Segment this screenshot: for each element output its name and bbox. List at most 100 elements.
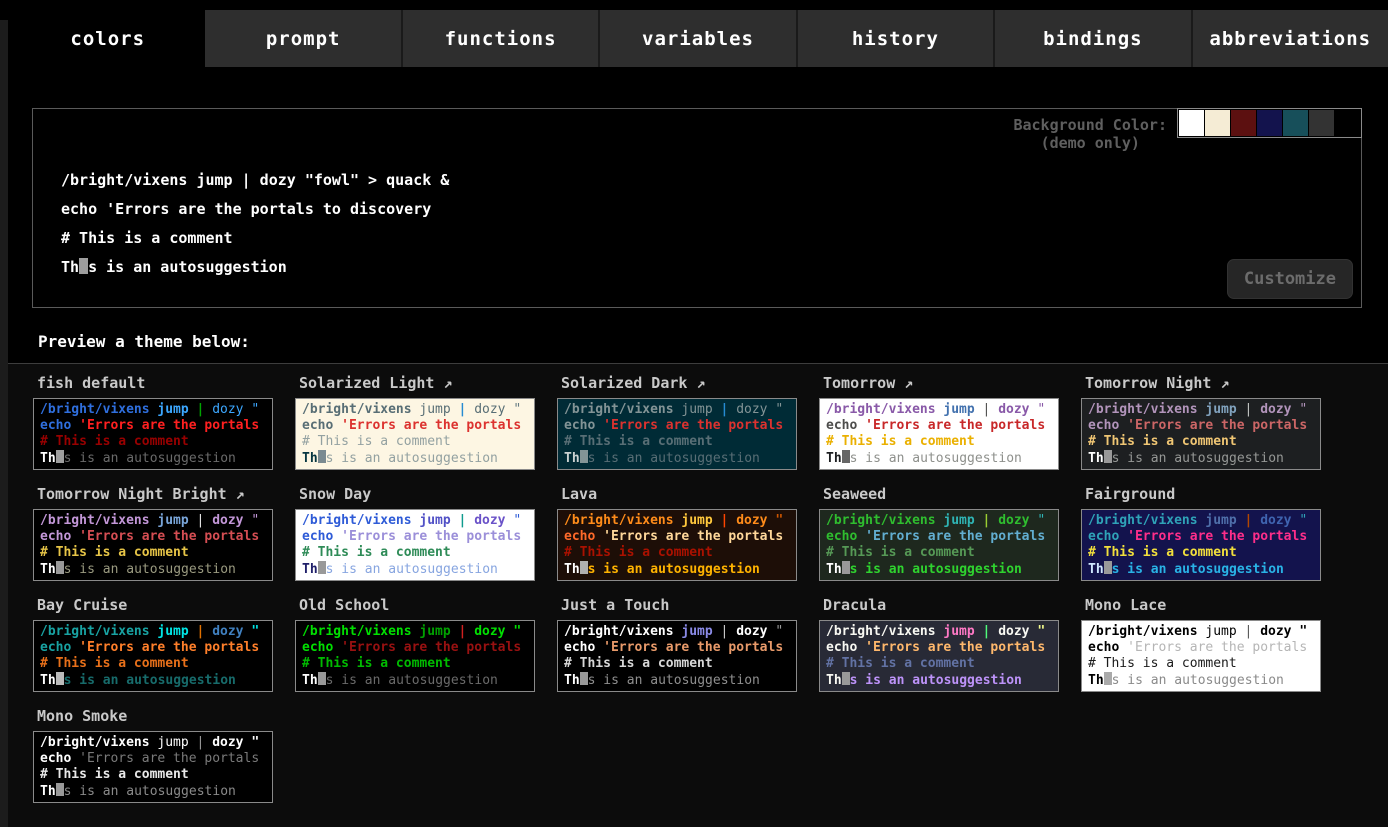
theme-sample-line-3: # This is a comment [1088,545,1314,561]
theme-preview-solarized-dark[interactable]: /bright/vixens jump | dozy "echo 'Errors… [557,398,797,470]
theme-sample-line-1: /bright/vixens jump | dozy " [826,513,1052,529]
bg-swatch-1[interactable] [1205,110,1230,136]
tab-functions[interactable]: functions [403,10,600,67]
bg-swatch-4[interactable] [1283,110,1308,136]
code-segment-plain [333,640,341,655]
code-segment-string: 'Errors are the portals [865,529,1045,544]
tab-variables[interactable]: variables [600,10,797,67]
theme-sample-line-4: Th s is an autosuggestion [1088,450,1314,467]
code-segment-typed: Th [1088,451,1104,466]
code-segment-suggestion: s is an autosuggestion [1112,562,1284,577]
theme-sample-line-2: echo 'Errors are the portals [826,640,1052,656]
theme-preview-solarized-light[interactable]: /bright/vixens jump | dozy "echo 'Errors… [295,398,535,470]
theme-sample-line-1: /bright/vixens jump | dozy " [40,513,266,529]
theme-sample-line-3: # This is a comment [302,434,528,450]
code-segment-comment: # This is a comment [302,656,451,671]
code-segment-string: 'Errors are the portals [79,751,259,766]
theme-sample-line-4: Ths is an autosuggestion [40,672,266,689]
code-segment-string: 'Errors are the portals [603,529,783,544]
theme-sample-line-3: # This is a comment [1088,434,1314,450]
cursor-block [580,450,588,463]
theme-preview-tomorrow-night-bright[interactable]: /bright/vixens jump | dozy "echo 'Errors… [33,509,273,581]
code-segment-param: jump [1205,513,1236,528]
code-segment-comment: # This is a comment [302,434,451,449]
theme-sample-line-1: /bright/vixens jump | dozy " [564,513,790,529]
code-segment-param: jump [681,624,712,639]
code-segment-param2: dozy [212,735,243,750]
theme-preview-mono-smoke[interactable]: /bright/vixens jump | dozy "echo 'Errors… [33,731,273,803]
tab-history[interactable]: history [798,10,995,67]
theme-sample-line-1: /bright/vixens jump | dozy " [1088,402,1314,418]
code-segment-string: 'Errors are the portals [79,418,259,433]
theme-preview-lava[interactable]: /bright/vixens jump | dozy "echo 'Errors… [557,509,797,581]
code-segment-suggestion: s is an autosuggestion [1112,451,1284,466]
theme-preview-bay-cruise[interactable]: /bright/vixens jump | dozy "echo 'Errors… [33,620,273,692]
theme-sample-line-2: echo 'Errors are the portals [564,529,790,545]
code-segment-plain [333,418,341,433]
theme-card-lava: Lava/bright/vixens jump | dozy "echo 'Er… [557,483,797,581]
theme-preview-dracula[interactable]: /bright/vixens jump | dozy "echo 'Errors… [819,620,1059,692]
theme-card-tomorrow: Tomorrow ↗ /bright/vixens jump | dozy "ec… [819,372,1059,470]
theme-title-solarized-dark[interactable]: Solarized Dark ↗ [561,374,797,393]
theme-title-tomorrow-night-bright[interactable]: Tomorrow Night Bright ↗ [37,485,273,504]
bg-swatch-2[interactable] [1231,110,1256,136]
theme-preview-fairground[interactable]: /bright/vixens jump | dozy "echo 'Errors… [1081,509,1321,581]
code-segment-quote: " [513,513,521,528]
tab-colors[interactable]: colors [10,10,205,67]
code-segment-typed: Th [1088,673,1104,688]
code-segment-param2: dozy [998,402,1029,417]
theme-title-mono-lace: Mono Lace [1085,596,1321,615]
theme-title-solarized-light[interactable]: Solarized Light ↗ [299,374,535,393]
theme-preview-fish-default[interactable]: /bright/vixens jump | dozy "echo 'Errors… [33,398,273,470]
theme-preview-just-a-touch[interactable]: /bright/vixens jump | dozy "echo 'Errors… [557,620,797,692]
bg-swatch-6[interactable] [1335,110,1360,136]
tab-abbreviations[interactable]: abbreviations [1193,10,1388,67]
theme-card-just-a-touch: Just a Touch/bright/vixens jump | dozy "… [557,594,797,692]
theme-sample-line-1: /bright/vixens jump | dozy " [302,624,528,640]
bg-swatch-3[interactable] [1257,110,1282,136]
theme-preview-tomorrow-night[interactable]: /bright/vixens jump | dozy "echo 'Errors… [1081,398,1321,470]
code-segment-comment: # This is a comment [40,434,189,449]
code-segment-path: /bright/vixens [302,402,412,417]
code-segment-plain [1119,418,1127,433]
theme-title-seaweed: Seaweed [823,485,1059,504]
code-segment-command: echo [564,529,595,544]
theme-preview-old-school[interactable]: /bright/vixens jump | dozy "echo 'Errors… [295,620,535,692]
theme-preview-tomorrow[interactable]: /bright/vixens jump | dozy "echo 'Errors… [819,398,1059,470]
theme-sample-line-3: # This is a comment [302,656,528,672]
code-segment-path: /bright/vixens [40,735,150,750]
code-segment-string: 'Errors are the portals [1127,529,1307,544]
code-segment-path: /bright/vixens [40,513,150,528]
code-segment-plain [189,513,197,528]
theme-title-tomorrow-night[interactable]: Tomorrow Night ↗ [1085,374,1321,393]
code-segment-quote: " [251,402,259,417]
tab-prompt[interactable]: prompt [205,10,402,67]
code-segment-plain [1237,513,1245,528]
theme-sample-line-2: echo 'Errors are the portals [302,529,528,545]
theme-sample-line-3: # This is a comment [564,656,790,672]
customize-button[interactable]: Customize [1227,259,1353,299]
cursor-block [580,561,588,574]
theme-card-solarized-dark: Solarized Dark ↗ /bright/vixens jump | do… [557,372,797,470]
code-segment-param: jump [943,513,974,528]
bg-swatch-0[interactable] [1179,110,1204,136]
code-segment-param: jump [1205,402,1236,417]
code-segment-comment: # This is a comment [564,434,713,449]
theme-preview-snow-day[interactable]: /bright/vixens jump | dozy "echo 'Errors… [295,509,535,581]
fish-config-app: colorspromptfunctionsvariableshistorybin… [0,0,1388,827]
code-segment-string: 'Errors are the portals [79,640,259,655]
code-segment-plain [857,640,865,655]
code-segment-plain [857,529,865,544]
code-segment-param: jump [157,735,188,750]
code-segment-param: jump [681,402,712,417]
code-segment-path: /bright/vixens [40,402,150,417]
code-segment-typed: Th [40,451,56,466]
theme-title-tomorrow[interactable]: Tomorrow ↗ [823,374,1059,393]
code-segment-path: /bright/vixens [564,624,674,639]
code-segment-string: 'Errors are the portals [603,640,783,655]
theme-preview-mono-lace[interactable]: /bright/vixens jump | dozy "echo 'Errors… [1081,620,1321,692]
bg-swatch-5[interactable] [1309,110,1334,136]
tab-bindings[interactable]: bindings [995,10,1192,67]
theme-preview-seaweed[interactable]: /bright/vixens jump | dozy "echo 'Errors… [819,509,1059,581]
theme-title-lava: Lava [561,485,797,504]
